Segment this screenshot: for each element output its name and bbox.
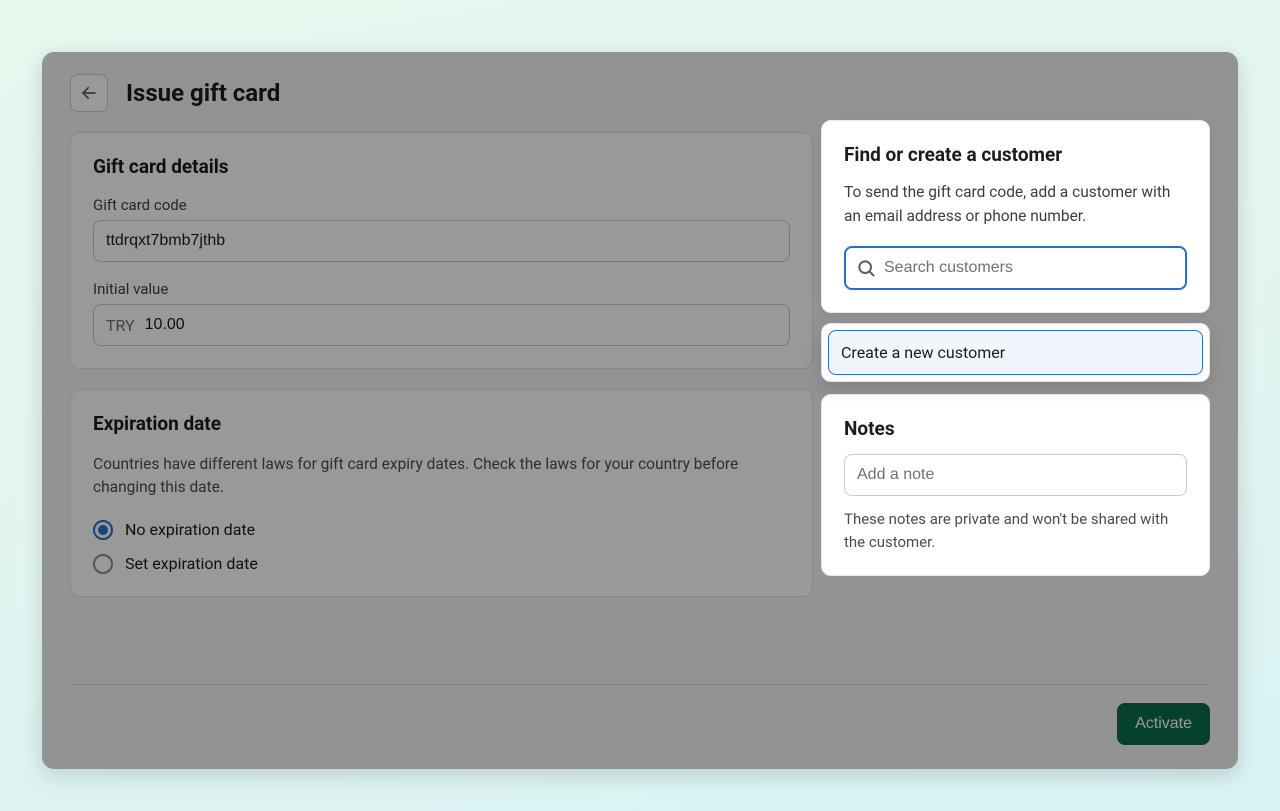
arrow-left-icon xyxy=(80,84,98,102)
right-panel-popover: Find or create a customer To send the gi… xyxy=(821,120,1210,576)
page-footer: Activate xyxy=(70,703,1210,745)
radio-no-expiration[interactable]: No expiration date xyxy=(93,520,790,540)
notes-input[interactable] xyxy=(844,454,1187,496)
footer-divider xyxy=(70,684,1210,685)
initial-value-input[interactable] xyxy=(145,305,789,345)
create-new-customer-option[interactable]: Create a new customer xyxy=(828,330,1203,375)
radio-icon xyxy=(93,520,113,540)
details-heading: Gift card details xyxy=(93,155,790,178)
radio-label-no-expiration: No expiration date xyxy=(125,520,255,539)
search-icon xyxy=(856,258,876,278)
customer-card: Find or create a customer To send the gi… xyxy=(821,120,1210,313)
customer-heading: Find or create a customer xyxy=(844,143,1187,166)
customer-search-dropdown: Create a new customer xyxy=(821,323,1210,382)
customer-help-text: To send the gift card code, add a custom… xyxy=(844,180,1187,228)
radio-icon xyxy=(93,554,113,574)
expiration-card: Expiration date Countries have different… xyxy=(70,389,813,597)
activate-button[interactable]: Activate xyxy=(1117,703,1210,745)
radio-set-expiration[interactable]: Set expiration date xyxy=(93,554,790,574)
currency-prefix: TRY xyxy=(94,316,145,335)
notes-heading: Notes xyxy=(844,417,1187,440)
notes-card: Notes These notes are private and won't … xyxy=(821,394,1210,576)
expiration-heading: Expiration date xyxy=(93,412,790,435)
gift-card-code-input[interactable] xyxy=(93,220,790,262)
page-title: Issue gift card xyxy=(126,79,280,107)
customer-search-field[interactable] xyxy=(844,246,1187,290)
gift-card-details-card: Gift card details Gift card code Initial… xyxy=(70,132,813,369)
gift-card-code-label: Gift card code xyxy=(93,196,790,214)
back-button[interactable] xyxy=(70,74,108,112)
initial-value-field[interactable]: TRY xyxy=(93,304,790,346)
page-header: Issue gift card xyxy=(70,74,1210,112)
notes-help-text: These notes are private and won't be sha… xyxy=(844,508,1187,553)
customer-search-input[interactable] xyxy=(884,248,1175,288)
expiration-help-text: Countries have different laws for gift c… xyxy=(93,453,790,500)
app-window: Issue gift card Gift card details Gift c… xyxy=(42,52,1238,769)
initial-value-label: Initial value xyxy=(93,280,790,298)
radio-label-set-expiration: Set expiration date xyxy=(125,554,258,573)
